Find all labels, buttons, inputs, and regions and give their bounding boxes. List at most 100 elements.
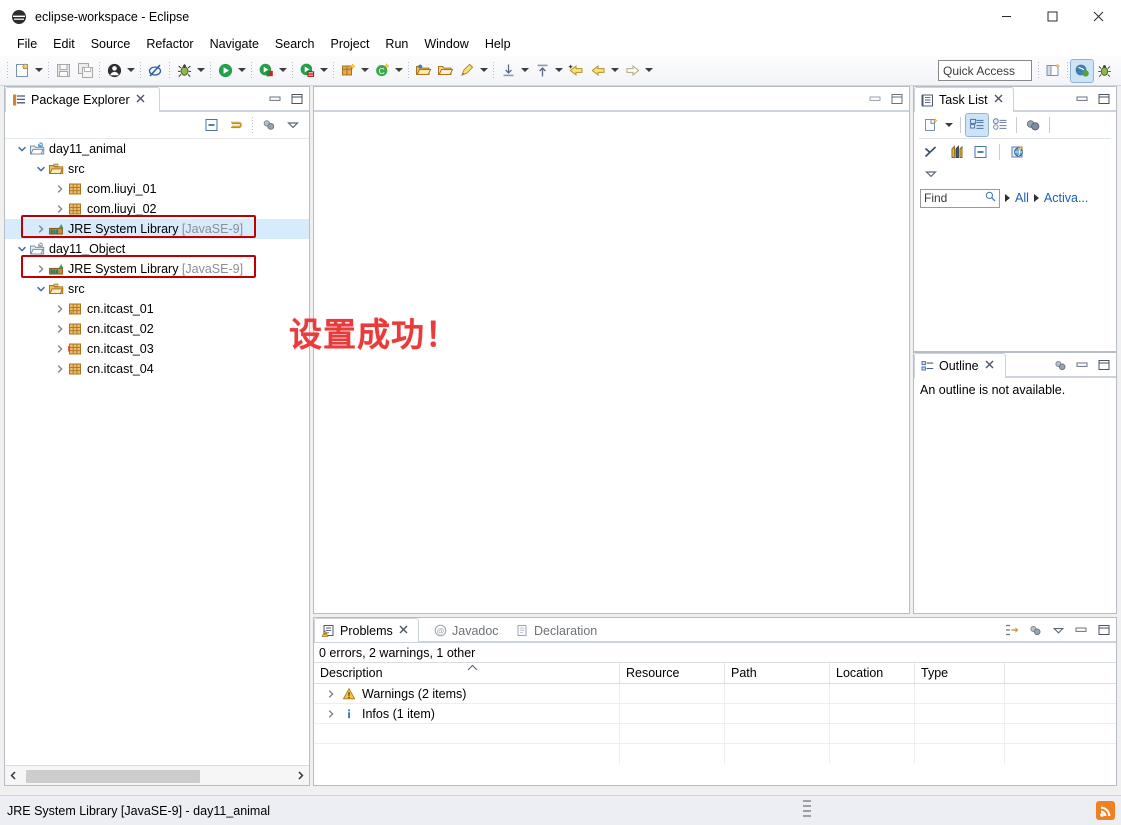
synchronize-changed-icon[interactable] — [920, 141, 942, 163]
view-menu-filters-icon[interactable] — [258, 114, 280, 136]
menu-file[interactable]: File — [9, 35, 45, 53]
chevron-right-icon[interactable] — [53, 199, 67, 219]
save-all-icon[interactable] — [74, 59, 96, 81]
scroll-right-icon[interactable] — [292, 767, 309, 785]
collapse-all-icon[interactable] — [201, 114, 223, 136]
rss-icon[interactable] — [1096, 801, 1115, 820]
tree-item-src[interactable]: src — [5, 159, 309, 179]
problems-table[interactable]: Description Resource Path Location Type … — [314, 662, 1116, 785]
view-menu-icon[interactable] — [1050, 622, 1066, 638]
open-perspective-icon[interactable] — [1042, 60, 1064, 82]
tab-declaration[interactable]: Declaration — [510, 618, 615, 643]
filter-all-caret-icon[interactable] — [1005, 194, 1010, 202]
tree-item-src-object[interactable]: src — [5, 279, 309, 299]
chevron-right-icon[interactable] — [53, 319, 67, 339]
external-tools-dropdown-icon[interactable] — [318, 59, 330, 81]
maximize-window-button[interactable] — [1029, 0, 1075, 33]
quick-access-input[interactable]: Quick Access — [938, 60, 1032, 81]
forward-icon-back[interactable] — [587, 59, 609, 81]
previous-annotation-icon[interactable] — [531, 59, 553, 81]
chevron-down-icon[interactable] — [34, 279, 48, 299]
chevron-right-icon[interactable] — [53, 339, 67, 359]
new-task-dropdown-icon[interactable] — [943, 114, 955, 136]
new-wizard-icon[interactable] — [11, 59, 33, 81]
chevron-right-icon[interactable] — [53, 299, 67, 319]
tree-item-com-liuyi-01[interactable]: com.liuyi_01 — [5, 179, 309, 199]
menu-source[interactable]: Source — [83, 35, 139, 53]
close-tab-icon[interactable] — [994, 94, 1003, 106]
tab-javadoc[interactable]: @ Javadoc — [428, 618, 508, 643]
view-menu-filters-icon[interactable] — [1052, 357, 1068, 373]
menu-window[interactable]: Window — [416, 35, 476, 53]
menu-project[interactable]: Project — [323, 35, 378, 53]
new-task-icon[interactable] — [920, 114, 942, 136]
new-java-package-icon[interactable] — [337, 59, 359, 81]
save-icon[interactable] — [52, 59, 74, 81]
tree-item-cn-itcast-01[interactable]: cn.itcast_01 — [5, 299, 309, 319]
table-row[interactable]: Infos (1 item) — [314, 704, 1116, 724]
chevron-right-icon[interactable] — [324, 684, 338, 704]
view-menu-icon[interactable] — [282, 114, 304, 136]
close-tab-icon[interactable] — [136, 94, 145, 106]
tree-item-cn-itcast-04[interactable]: cn.itcast_04 — [5, 359, 309, 379]
filter-activate-link[interactable]: Activa... — [1044, 191, 1088, 205]
tab-task-list[interactable]: Task List — [914, 87, 1014, 112]
tree-item-day11-animal[interactable]: day11_animal — [5, 139, 309, 159]
minimize-icon[interactable] — [1074, 91, 1090, 107]
collapse-all-icon[interactable] — [970, 141, 992, 163]
external-tools-icon[interactable] — [296, 59, 318, 81]
find-input[interactable]: Find — [920, 188, 1000, 208]
new-package-dropdown-icon[interactable] — [359, 59, 371, 81]
chevron-down-icon[interactable] — [15, 139, 29, 159]
column-header-description[interactable]: Description — [314, 663, 620, 683]
minimize-icon[interactable] — [1074, 357, 1090, 373]
forward-icon[interactable] — [621, 59, 643, 81]
open-task-icon[interactable] — [434, 59, 456, 81]
categorized-presentation-icon[interactable] — [965, 112, 989, 137]
scroll-left-icon[interactable] — [5, 767, 22, 785]
column-header-path[interactable]: Path — [725, 663, 830, 683]
tree-item-jre-system-library-animal[interactable]: JRE System Library [JavaSE-9] — [5, 219, 309, 239]
debug-icon[interactable] — [173, 59, 195, 81]
filter-all-link[interactable]: All — [1015, 191, 1029, 205]
new-class-dropdown-icon[interactable] — [393, 59, 405, 81]
menu-navigate[interactable]: Navigate — [202, 35, 267, 53]
maximize-icon[interactable] — [1096, 91, 1112, 107]
chevron-down-icon[interactable] — [34, 159, 48, 179]
run-dropdown-icon[interactable] — [236, 59, 248, 81]
coverage-dropdown-icon[interactable] — [277, 59, 289, 81]
next-annotation-dropdown-icon[interactable] — [519, 59, 531, 81]
chevron-right-icon[interactable] — [324, 704, 338, 724]
open-type-icon[interactable] — [412, 59, 434, 81]
close-window-button[interactable] — [1075, 0, 1121, 33]
maximize-icon[interactable] — [1096, 622, 1112, 638]
minimize-window-button[interactable] — [983, 0, 1029, 33]
column-header-location[interactable]: Location — [830, 663, 915, 683]
minimize-icon[interactable] — [1073, 622, 1089, 638]
previous-annotation-dropdown-icon[interactable] — [553, 59, 565, 81]
tree-item-cn-itcast-03[interactable]: cn.itcast_03 — [5, 339, 309, 359]
forward-dropdown-icon[interactable] — [643, 59, 655, 81]
menu-refactor[interactable]: Refactor — [138, 35, 201, 53]
open-repository-task-icon[interactable] — [1007, 141, 1029, 163]
user-dropdown-icon[interactable] — [125, 59, 137, 81]
close-tab-icon[interactable] — [985, 360, 994, 372]
chevron-right-icon[interactable] — [34, 259, 48, 279]
minimize-icon[interactable] — [267, 91, 283, 107]
back-dropdown-icon[interactable] — [609, 59, 621, 81]
tree-item-cn-itcast-02[interactable]: cn.itcast_02 — [5, 319, 309, 339]
maximize-icon[interactable] — [1096, 357, 1112, 373]
debug-dropdown-icon[interactable] — [195, 59, 207, 81]
chevron-right-icon[interactable] — [53, 179, 67, 199]
skip-breakpoints-icon[interactable] — [144, 59, 166, 81]
tab-outline[interactable]: Outline — [914, 353, 1006, 378]
next-annotation-icon[interactable] — [497, 59, 519, 81]
chevron-right-icon[interactable] — [53, 359, 67, 379]
maximize-icon[interactable] — [289, 91, 305, 107]
search-icon[interactable] — [985, 191, 996, 205]
tab-problems[interactable]: Problems — [314, 618, 419, 643]
search-icon[interactable] — [456, 59, 478, 81]
maximize-icon[interactable] — [889, 91, 905, 107]
new-wizard-dropdown-icon[interactable] — [33, 59, 45, 81]
new-class-icon[interactable]: C — [371, 59, 393, 81]
